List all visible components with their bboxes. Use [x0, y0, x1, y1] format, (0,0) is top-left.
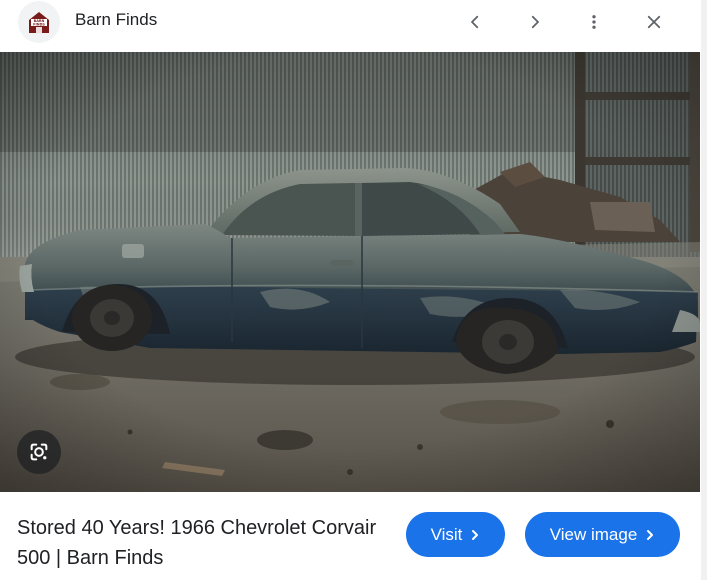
source-name[interactable]: Barn Finds: [75, 10, 157, 30]
preview-image[interactable]: [0, 52, 700, 492]
visit-button[interactable]: Visit: [406, 512, 505, 557]
source-favicon[interactable]: BARN FINDS: [18, 1, 60, 43]
view-image-button[interactable]: View image: [525, 512, 680, 557]
svg-text:FINDS: FINDS: [33, 23, 45, 27]
close-icon: [647, 15, 661, 29]
chevron-right-icon: [647, 529, 654, 540]
more-options-button[interactable]: [576, 4, 612, 40]
visit-button-label: Visit: [430, 524, 463, 544]
chevron-right-icon: [531, 15, 539, 29]
google-lens-icon: [30, 443, 48, 461]
view-image-button-label: View image: [549, 524, 638, 544]
barn-finds-logo-icon: BARN FINDS: [29, 12, 49, 33]
result-title[interactable]: Stored 40 Years! 1966 Chevrolet Corvair …: [17, 513, 377, 573]
close-button[interactable]: [636, 4, 672, 40]
barn-find-car-photo: [0, 52, 700, 492]
preview-header: BARN FINDS Barn Finds: [0, 0, 707, 52]
chevron-right-icon: [472, 529, 479, 540]
image-preview-panel: BARN FINDS Barn Finds Stored 40 Years! 1…: [0, 0, 707, 580]
next-button[interactable]: [517, 4, 553, 40]
previous-button[interactable]: [457, 4, 493, 40]
scrollbar-track[interactable]: [701, 0, 707, 580]
lens-search-button[interactable]: [17, 430, 61, 474]
chevron-left-icon: [471, 15, 479, 29]
more-vert-icon: [592, 15, 596, 29]
